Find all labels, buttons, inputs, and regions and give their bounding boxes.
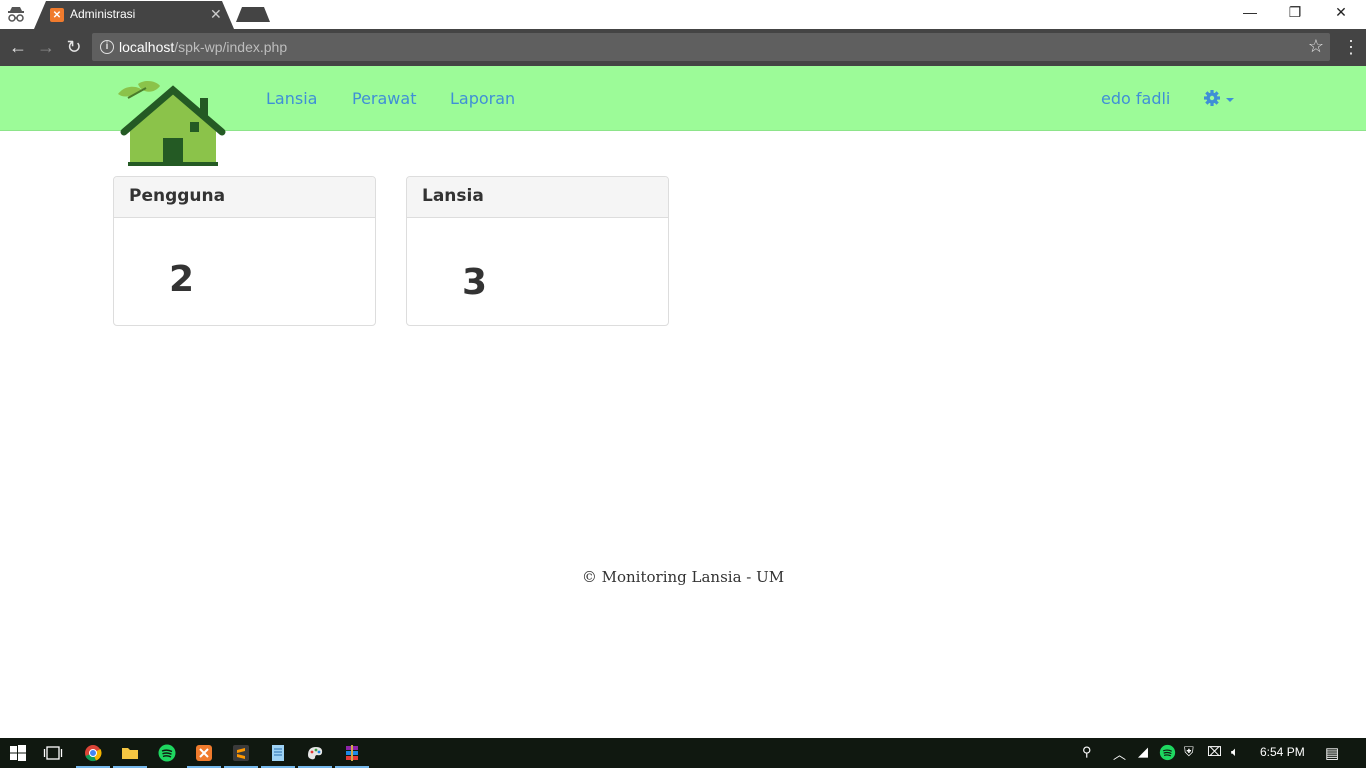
bookmark-star-icon[interactable]: ☆	[1308, 36, 1324, 57]
caret-down-icon	[1226, 98, 1234, 102]
show-hidden-icons[interactable]: ︿	[1113, 744, 1126, 763]
address-bar[interactable]: i localhost/spk-wp/index.php ☆	[92, 33, 1330, 61]
panel-count: 3	[462, 262, 488, 303]
xampp-favicon-icon: ✕	[50, 8, 64, 22]
wifi-icon[interactable]: ◢	[1138, 744, 1148, 760]
task-view-icon[interactable]	[43, 743, 63, 763]
tab-title: Administrasi	[70, 7, 136, 21]
back-arrow-icon[interactable]: ←	[8, 37, 28, 57]
people-icon[interactable]: ⚲	[1082, 744, 1092, 760]
spotify-tray-icon[interactable]	[1159, 744, 1176, 761]
active-tab[interactable]	[34, 1, 238, 29]
action-center-icon[interactable]: ▤	[1325, 744, 1339, 762]
xampp-icon[interactable]	[194, 743, 214, 763]
tab-close-icon[interactable]: ✕	[210, 6, 222, 23]
house-logo[interactable]	[116, 80, 228, 166]
reload-icon[interactable]: ↻	[64, 37, 84, 57]
nav-link-laporan[interactable]: Laporan	[450, 89, 515, 108]
file-explorer-icon[interactable]	[120, 743, 140, 763]
minimize-button[interactable]: —	[1227, 4, 1273, 20]
browser-menu-icon[interactable]: ⋮	[1342, 35, 1360, 59]
browser-titlebar: ✕ Administrasi ✕ — ❐ ✕	[0, 0, 1366, 29]
close-window-button[interactable]: ✕	[1318, 4, 1364, 21]
url-host: localhost	[119, 39, 175, 55]
chrome-icon[interactable]	[83, 743, 103, 763]
nav-link-lansia[interactable]: Lansia	[266, 89, 317, 108]
url-path: /spk-wp/index.php	[174, 39, 288, 55]
info-icon[interactable]: i	[100, 40, 114, 54]
windows-taskbar: ⚲ ︿ ◢ ⛨ ⌧ 🔈︎ ▤	[0, 738, 1366, 768]
panel-title: Pengguna	[114, 177, 375, 218]
forward-arrow-icon[interactable]: →	[36, 37, 56, 57]
page-footer: © Monitoring Lansia - UM	[581, 568, 785, 586]
restore-button[interactable]: ❐	[1272, 4, 1318, 21]
notepad-icon[interactable]	[268, 743, 288, 763]
url-text[interactable]: localhost/spk-wp/index.php	[119, 39, 287, 55]
settings-dropdown[interactable]	[1203, 87, 1237, 109]
volume-icon[interactable]: 🔈︎	[1231, 744, 1239, 760]
defender-shield-icon[interactable]: ⛨	[1184, 744, 1194, 760]
panel-title: Lansia	[407, 177, 668, 218]
paint-icon[interactable]	[305, 743, 325, 763]
network-icon[interactable]: ⌧	[1207, 744, 1222, 760]
panel-lansia: Lansia 3	[406, 176, 669, 326]
windows-start-icon[interactable]	[8, 743, 28, 763]
panel-count: 2	[169, 259, 195, 300]
spotify-icon[interactable]	[157, 743, 177, 763]
new-tab-button[interactable]	[236, 7, 272, 23]
user-name-link[interactable]: edo fadli	[1101, 89, 1170, 108]
sublime-text-icon[interactable]	[231, 743, 251, 763]
incognito-icon	[8, 7, 24, 22]
winrar-icon[interactable]	[342, 743, 362, 763]
panel-pengguna: Pengguna 2	[113, 176, 376, 326]
taskbar-clock[interactable]: 6:54 PM	[1260, 745, 1305, 759]
nav-link-perawat[interactable]: Perawat	[352, 89, 416, 108]
gear-icon	[1204, 90, 1220, 106]
browser-toolbar: ← → ↻ i localhost/spk-wp/index.php ☆ ⋮	[0, 29, 1366, 66]
